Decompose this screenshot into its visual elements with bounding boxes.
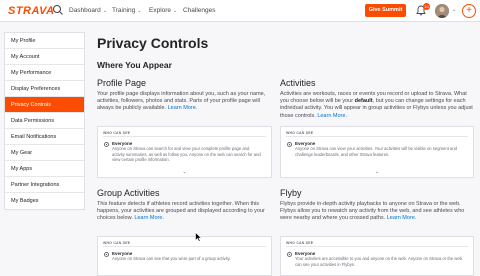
- flyby-description: Flybys provide in-depth activity playbac…: [280, 201, 474, 223]
- activities-visibility-card: WHO CAN SEE Everyone Anyone on Strava ca…: [280, 126, 474, 178]
- divider: [286, 246, 468, 247]
- sidebar-item-privacy-controls[interactable]: Privacy Controls: [5, 97, 84, 113]
- group-learn-more-link[interactable]: Learn More.: [134, 215, 164, 221]
- card-label: WHO CAN SEE: [103, 241, 131, 245]
- activities-description: Activities are workouts, races or events…: [280, 91, 474, 120]
- nav-dashboard-label: Dashboard: [69, 7, 101, 14]
- nav-dashboard[interactable]: Dashboard ⌄: [69, 7, 107, 14]
- nav-explore-label: Explore: [149, 7, 172, 14]
- sidebar-item-my-performance[interactable]: My Performance: [5, 65, 84, 81]
- option-description: Anyone on Strava can view your activitie…: [295, 146, 458, 157]
- strava-logo[interactable]: STRAVA: [8, 5, 55, 17]
- sidebar-item-display-preferences[interactable]: Display Preferences: [5, 81, 84, 97]
- sidebar-item-my-gear[interactable]: My Gear: [5, 145, 84, 161]
- group-activities-heading: Group Activities: [97, 188, 160, 198]
- page-title: Privacy Controls: [97, 35, 209, 51]
- profile-heading: Profile Page: [97, 78, 147, 88]
- user-photo-icon: [435, 4, 449, 18]
- sidebar-item-my-apps[interactable]: My Apps: [5, 161, 84, 177]
- chevron-down-icon: ⌄: [137, 8, 142, 14]
- group-visibility-card: WHO CAN SEE Everyone Anyone on Strava ca…: [97, 236, 272, 276]
- radio-everyone[interactable]: [104, 142, 109, 147]
- add-button[interactable]: +: [462, 4, 476, 18]
- flyby-learn-more-link[interactable]: Learn More.: [387, 215, 417, 221]
- option-description: Anyone on Strava can search for and view…: [112, 146, 261, 163]
- flyby-description-text: Flybys provide in-depth activity playbac…: [280, 201, 465, 222]
- profile-visibility-card: WHO CAN SEE Everyone Anyone on Strava ca…: [97, 126, 272, 178]
- profile-learn-more-link[interactable]: Learn More.: [168, 105, 198, 111]
- nav-training[interactable]: Training ⌄: [112, 7, 141, 14]
- sidebar-item-partner-integrations[interactable]: Partner Integrations: [5, 177, 84, 193]
- nav-explore[interactable]: Explore ⌄: [149, 7, 177, 14]
- nav-training-label: Training: [112, 7, 136, 14]
- notification-badge: 10: [423, 3, 430, 10]
- sidebar-item-data-permissions[interactable]: Data Permissions: [5, 113, 84, 129]
- group-activities-description: This feature detects if athletes record …: [97, 201, 272, 223]
- activities-learn-more-link[interactable]: Learn More.: [317, 113, 347, 119]
- search-icon[interactable]: [52, 4, 64, 16]
- sidebar-item-my-account[interactable]: My Account: [5, 49, 84, 65]
- divider: [103, 246, 266, 247]
- card-label: WHO CAN SEE: [286, 241, 314, 245]
- settings-sidebar: My Profile My Account My Performance Dis…: [4, 32, 85, 210]
- card-label: WHO CAN SEE: [286, 131, 314, 135]
- chevron-down-icon: ⌄: [102, 8, 108, 14]
- flyby-visibility-card: WHO CAN SEE Everyone Your activities are…: [280, 236, 474, 276]
- sidebar-item-my-badges[interactable]: My Badges: [5, 193, 84, 209]
- top-nav-bar: STRAVA Dashboard ⌄ Training ⌄ Explore ⌄ Cha…: [0, 0, 480, 22]
- radio-everyone[interactable]: [287, 252, 292, 257]
- group-activities-description-text: This feature detects if athletes record …: [97, 201, 265, 222]
- card-label: WHO CAN SEE: [103, 131, 131, 135]
- divider: [103, 136, 266, 137]
- chevron-down-icon[interactable]: ⌄: [182, 169, 186, 175]
- activities-heading: Activities: [280, 78, 316, 88]
- activities-default-text: default: [354, 98, 373, 105]
- avatar[interactable]: [435, 4, 449, 18]
- section-title: Where You Appear: [97, 60, 172, 70]
- mouse-cursor-icon: [195, 232, 202, 242]
- divider: [286, 136, 468, 137]
- nav-challenges-label: Challenges: [183, 7, 216, 14]
- nav-challenges[interactable]: Challenges: [183, 7, 216, 14]
- chevron-down-icon[interactable]: ⌄: [452, 7, 456, 13]
- chevron-down-icon[interactable]: ⌄: [375, 169, 379, 175]
- radio-everyone[interactable]: [287, 142, 292, 147]
- sidebar-item-email-notifications[interactable]: Email Notifications: [5, 129, 84, 145]
- sidebar-item-my-profile[interactable]: My Profile: [5, 33, 84, 49]
- give-summit-button[interactable]: Give Summit: [365, 4, 406, 17]
- profile-description: Your profile page displays information a…: [97, 91, 272, 113]
- flyby-heading: Flyby: [280, 188, 302, 198]
- chevron-down-icon: ⌄: [173, 8, 178, 14]
- radio-everyone[interactable]: [104, 252, 109, 257]
- option-description: Anyone on Strava can see that you were p…: [112, 256, 231, 261]
